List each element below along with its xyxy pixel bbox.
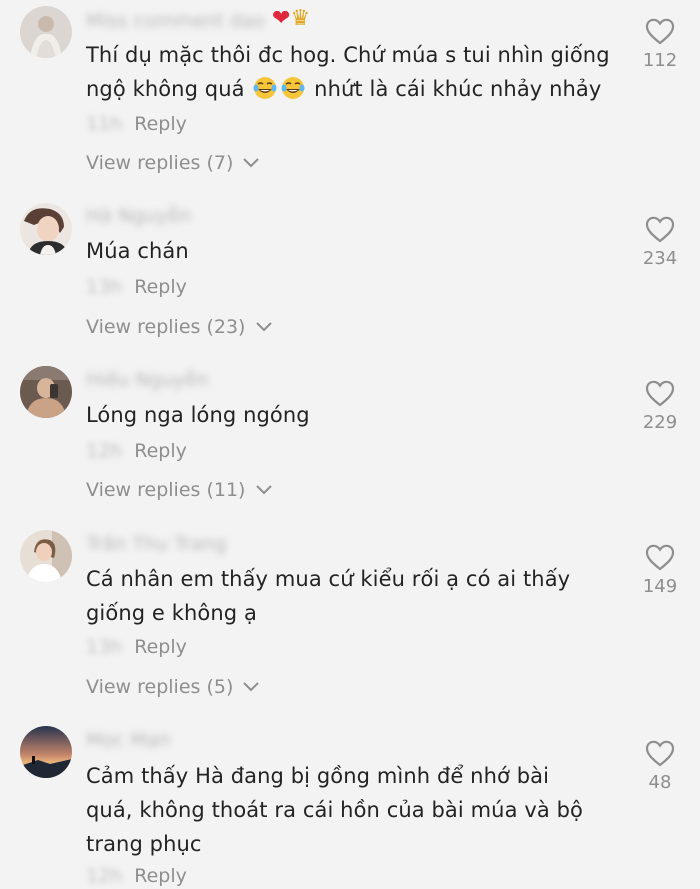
chevron-down-icon	[255, 485, 272, 495]
heart-outline-icon	[645, 740, 675, 767]
like-button[interactable]: 229	[630, 380, 690, 433]
red-heart-icon: ❤	[272, 6, 291, 31]
like-count: 234	[642, 248, 678, 269]
view-replies-label: View replies (7)	[86, 152, 234, 174]
username[interactable]: Trần Thu Trang	[86, 535, 226, 554]
reply-button[interactable]: Reply	[134, 636, 187, 658]
reply-button[interactable]: Reply	[134, 113, 187, 135]
comment-text: Múa chán	[86, 239, 189, 263]
username[interactable]: Miss comment dao	[86, 12, 265, 31]
like-button[interactable]: 48	[630, 740, 690, 793]
like-count: 149	[642, 576, 678, 597]
comment-text: Lóng nga lóng ngóng	[86, 403, 310, 427]
heart-outline-icon	[645, 18, 675, 45]
comment-meta: 12h Reply	[86, 864, 187, 888]
avatar[interactable]	[20, 366, 72, 418]
reply-button[interactable]: Reply	[134, 865, 187, 887]
tears-of-joy-emoji-icon	[281, 77, 305, 99]
username[interactable]: Hiếu Nguyễn	[86, 371, 209, 390]
view-replies-label: View replies (11)	[86, 479, 246, 501]
avatar[interactable]	[20, 726, 72, 778]
view-replies-button[interactable]: View replies (11)	[86, 478, 272, 502]
comment-meta: 11h Reply	[86, 112, 187, 136]
view-replies-label: View replies (23)	[86, 316, 246, 338]
view-replies-button[interactable]: View replies (7)	[86, 151, 260, 175]
chevron-down-icon	[255, 322, 272, 332]
comment-text-segment: nhứt là cái khúc nhảy nhảy	[314, 77, 602, 101]
chevron-down-icon	[243, 682, 260, 692]
reply-button[interactable]: Reply	[134, 440, 187, 462]
user-badges: ❤♛	[272, 8, 310, 30]
avatar[interactable]	[20, 530, 72, 582]
heart-outline-icon	[645, 380, 675, 407]
comment-text: Cá nhân em thấy mua cứ kiểu rối ạ có ai …	[86, 567, 571, 625]
comment-text-line: ngộ không quá nhứt là cái khúc nhảy nhảy	[86, 72, 646, 106]
reply-button[interactable]: Reply	[134, 276, 187, 298]
avatar[interactable]	[20, 203, 72, 255]
like-count: 112	[642, 50, 678, 71]
like-button[interactable]: 149	[630, 544, 690, 597]
username[interactable]: Hà Nguyễn	[86, 207, 191, 226]
view-replies-label: View replies (5)	[86, 676, 234, 698]
heart-outline-icon	[645, 544, 675, 571]
like-count: 229	[642, 412, 678, 433]
heart-outline-icon	[645, 216, 675, 243]
comment-meta: 13h Reply	[86, 275, 187, 299]
timestamp: 11h	[86, 113, 123, 135]
comment-text-line: Thí dụ mặc thôi đc hog. Chứ múa s tui nh…	[86, 43, 610, 67]
like-count: 48	[648, 772, 672, 793]
timestamp: 13h	[86, 636, 123, 658]
view-replies-button[interactable]: View replies (23)	[86, 315, 272, 339]
view-replies-button[interactable]: View replies (5)	[86, 675, 260, 699]
timestamp: 13h	[86, 276, 123, 298]
chevron-down-icon	[243, 158, 260, 168]
timestamp: 12h	[86, 440, 123, 462]
comment-text: Cảm thấy Hà đang bị gồng mình để nhớ bài…	[86, 764, 583, 856]
comment-text: Thí dụ mặc thôi đc hog. Chứ múa s tui nh…	[86, 38, 646, 106]
timestamp: 12h	[86, 865, 123, 887]
crown-icon: ♛	[290, 6, 311, 31]
comment-meta: 12h Reply	[86, 439, 187, 463]
like-button[interactable]: 234	[630, 216, 690, 269]
tears-of-joy-emoji-icon	[253, 77, 277, 99]
like-button[interactable]: 112	[630, 18, 690, 71]
comment-meta: 13h Reply	[86, 635, 187, 659]
comment-text-segment: ngộ không quá	[86, 77, 245, 101]
username[interactable]: Mọc Mạn	[86, 731, 171, 750]
avatar[interactable]	[20, 6, 72, 58]
